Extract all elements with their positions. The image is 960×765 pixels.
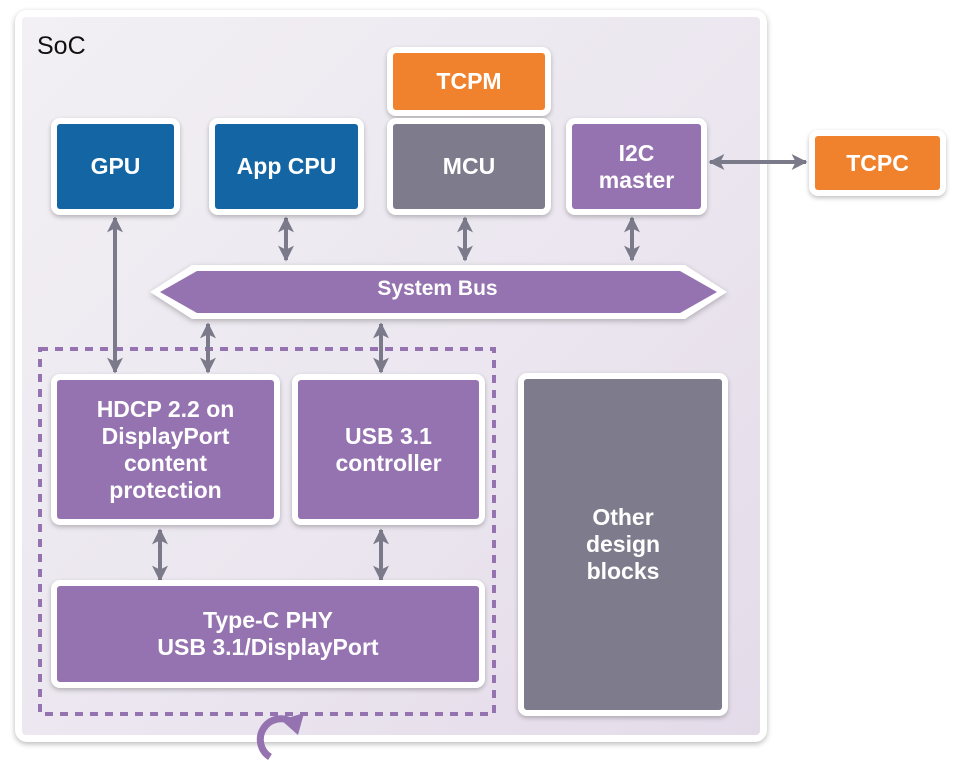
i2c-master-label: I2C master [572,124,701,209]
hdcp-label: HDCP 2.2 on DisplayPort content protecti… [57,380,274,519]
i2c-master-block: I2C master [566,118,707,215]
typec-phy-block: Type-C PHY USB 3.1/DisplayPort [51,580,485,688]
tcpc-label: TCPC [815,136,940,190]
app-cpu-label: App CPU [215,124,358,209]
usb-controller-block: USB 3.1 controller [292,374,485,525]
gpu-label: GPU [57,124,174,209]
tcpm-label: TCPM [393,53,545,110]
typec-phy-label: Type-C PHY USB 3.1/DisplayPort [57,586,479,682]
mcu-label: MCU [393,124,545,209]
other-design-blocks: Other design blocks [518,373,728,716]
hdcp-block: HDCP 2.2 on DisplayPort content protecti… [51,374,280,525]
rotate-arrow-icon [256,713,304,760]
tcpc-block: TCPC [809,130,946,196]
usb-controller-label: USB 3.1 controller [298,380,479,519]
system-bus-label: System Bus [377,277,498,300]
other-design-blocks-label: Other design blocks [524,379,722,710]
gpu-block: GPU [51,118,180,215]
tcpm-block: TCPM [387,47,551,116]
app-cpu-block: App CPU [209,118,364,215]
mcu-block: MCU [387,118,551,215]
